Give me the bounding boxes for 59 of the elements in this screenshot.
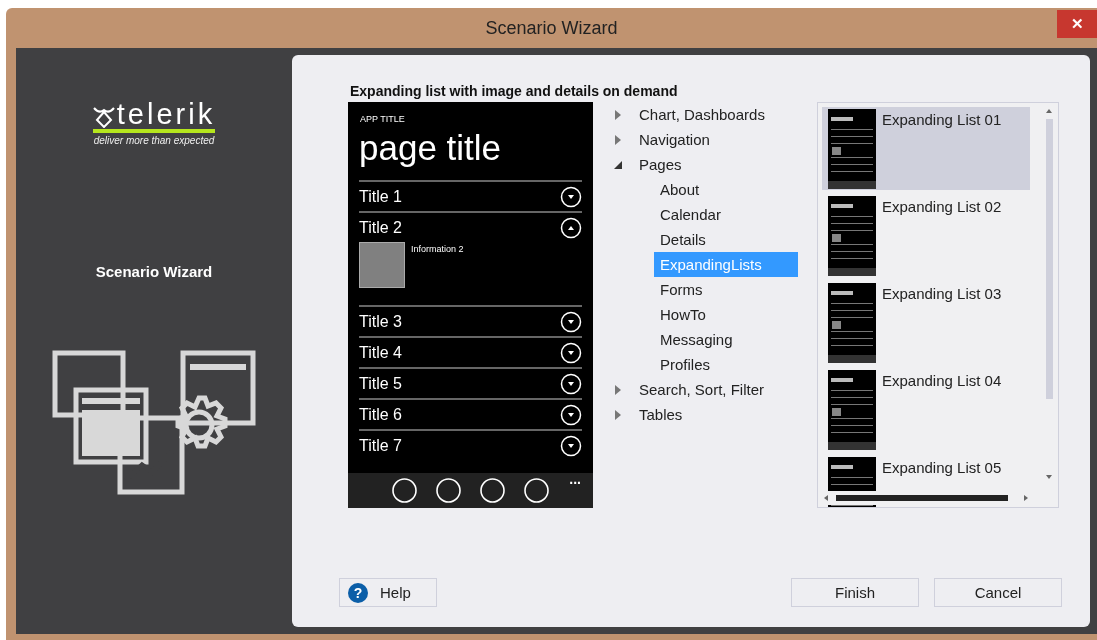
expand-icon[interactable]	[560, 434, 582, 457]
item-information: Information 2	[411, 244, 464, 256]
expand-icon[interactable]	[560, 372, 582, 395]
list-item-title: Title 6	[359, 405, 402, 424]
close-button[interactable]: ✕	[1057, 10, 1097, 38]
list-item-title: Title 2	[359, 218, 402, 237]
tree-node-label[interactable]: Pages	[639, 156, 682, 173]
template-item[interactable]: Expanding List 04	[822, 368, 1030, 451]
logo-text: telerik	[116, 100, 216, 128]
collapse-icon[interactable]	[560, 216, 582, 239]
tree-node[interactable]: Pages	[609, 152, 801, 177]
list-item-title: Title 5	[359, 374, 402, 393]
tree-node-label[interactable]: Chart, Dashboards	[639, 106, 765, 123]
tree-item[interactable]: Forms	[654, 277, 798, 302]
tree-item[interactable]: Profiles	[654, 352, 798, 377]
collapsed-arrow-icon[interactable]	[613, 134, 623, 145]
finish-button[interactable]: Finish	[791, 578, 919, 607]
tree-node[interactable]: Tables	[609, 402, 801, 427]
app-bar-button-icon[interactable]	[392, 478, 417, 503]
app-bar-button-icon[interactable]	[436, 478, 461, 503]
expand-icon[interactable]	[560, 403, 582, 426]
tree-item[interactable]: Calendar	[654, 202, 798, 227]
app-bar-button-icon[interactable]	[524, 478, 549, 503]
tree-node-label[interactable]: Search, Sort, Filter	[639, 381, 765, 398]
expand-icon[interactable]	[560, 185, 582, 208]
app-bar-button-icon[interactable]	[480, 478, 505, 503]
collapsed-arrow-icon[interactable]	[613, 109, 623, 120]
tree-node[interactable]: Search, Sort, Filter	[609, 377, 801, 402]
image-placeholder	[359, 242, 405, 288]
expand-icon[interactable]	[560, 310, 582, 333]
help-icon: ?	[348, 582, 368, 603]
collapsed-arrow-icon[interactable]	[613, 384, 623, 395]
list-item-title: Title 4	[359, 343, 402, 362]
list-item-title: Title 7	[359, 436, 402, 455]
list-item-title: Title 3	[359, 312, 402, 331]
expand-icon[interactable]	[560, 341, 582, 364]
tree-node[interactable]: Navigation	[609, 127, 801, 152]
tree-node[interactable]: Chart, Dashboards	[609, 102, 801, 127]
expanded-arrow-icon[interactable]	[613, 159, 623, 170]
tree-node-label[interactable]: Tables	[639, 406, 683, 423]
tree-node-label[interactable]: Navigation	[639, 131, 710, 148]
cancel-button[interactable]: Cancel	[934, 578, 1062, 607]
tree-item[interactable]: About	[654, 177, 798, 202]
tree-item[interactable]: Messaging	[654, 327, 798, 352]
app-title: APP TITLE	[360, 114, 406, 124]
template-heading: Expanding list with image and details on demand	[350, 83, 679, 101]
window-title: Scenario Wizard	[485, 17, 618, 39]
template-item[interactable]: Expanding List 03	[822, 281, 1030, 364]
tree-item[interactable]: Details	[654, 227, 798, 252]
template-item[interactable]: Expanding List 02	[822, 194, 1030, 277]
list-item-title: Title 1	[359, 187, 402, 206]
template-item[interactable]: Expanding List 01	[822, 107, 1030, 190]
page-title: page title	[359, 128, 503, 168]
tree-item[interactable]: HowTo	[654, 302, 798, 327]
more-menu[interactable]: ...	[569, 471, 581, 487]
logo-tagline: deliver more than expected	[93, 135, 215, 146]
sidebar-title: Scenario Wizard	[95, 263, 213, 280]
collapsed-arrow-icon[interactable]	[613, 409, 623, 420]
help-button[interactable]: ? Help	[339, 578, 437, 607]
